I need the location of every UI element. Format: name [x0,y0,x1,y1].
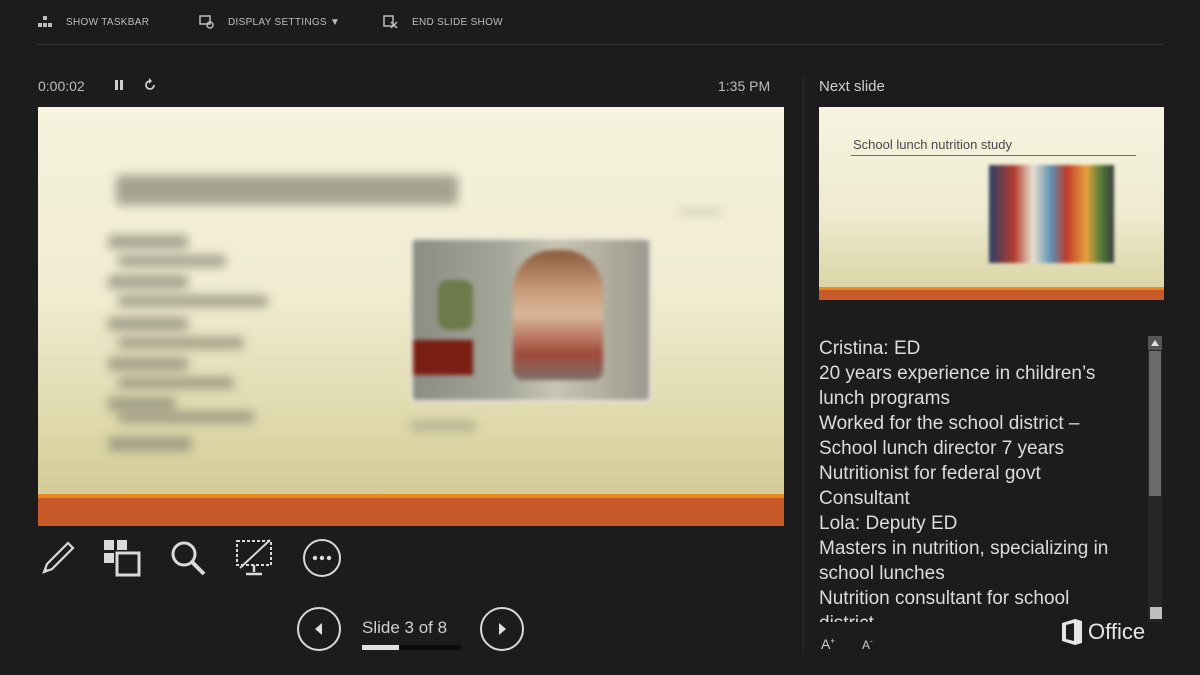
pause-timer-button[interactable] [110,76,128,94]
display-settings-label: DISPLAY SETTINGS ▼ [228,16,341,28]
decrease-font-label: A [862,638,871,652]
black-screen-button[interactable] [234,538,274,578]
slide-bullet [118,295,268,307]
notes-line: school lunches [819,563,945,584]
slide-counter[interactable]: Slide 3 of 8 [362,618,462,638]
slide-title-underline [678,209,722,215]
caret-up-icon [1151,340,1159,346]
slide-bullet [118,411,254,423]
notes-line: 20 years experience in children’s [819,363,1096,384]
slide-bullet [108,437,192,451]
slide-photo [410,237,652,403]
notes-line: Cristina: ED [819,338,921,359]
notes-line: Nutrition consultant for school [819,588,1070,609]
zoom-button[interactable] [168,538,208,578]
elapsed-timer: 0:00:02 [38,78,85,94]
office-label: Office [1088,619,1146,644]
end-slide-show-button[interactable]: END SLIDE SHOW [382,10,503,34]
grid-icon [104,540,141,577]
slide-bullet [108,275,188,289]
next-slide-title: School lunch nutrition study [853,137,1012,152]
office-logo: Office [1060,618,1145,646]
next-slide-preview[interactable]: School lunch nutrition study [819,107,1164,300]
notes-line: School lunch director 7 years [819,438,1065,459]
pen-tool-button[interactable] [38,538,78,578]
scroll-up-button[interactable] [1148,336,1162,350]
office-icon [1062,619,1082,645]
show-taskbar-label: SHOW TASKBAR [66,16,150,28]
top-toolbar: SHOW TASKBAR DISPLAY SETTINGS ▼ END SLID… [0,0,1200,44]
toolbar-divider [36,44,1164,45]
notes-line: Lola: Deputy ED [819,513,958,534]
magnifier-icon [171,541,206,576]
notes-line: Masters in nutrition, specializing in [819,538,1109,559]
previous-arrow-icon [315,623,322,635]
next-slide-title-rule [851,155,1136,156]
increase-font-label: A [821,636,831,652]
slide-progress-fill [362,645,400,650]
display-settings-icon [199,15,214,29]
pause-icon [115,80,123,90]
notes-line: Consultant [819,488,910,509]
slide-bullet [108,397,176,411]
restart-timer-button[interactable] [141,76,159,94]
scroll-thumb[interactable] [1149,351,1161,496]
next-slide-button[interactable] [480,607,524,651]
pane-separator [803,78,804,653]
notes-line: lunch programs [819,388,950,409]
slide-title-blurred [116,175,458,205]
slide-progress-bar [362,645,461,650]
clock: 1:35 PM [718,78,771,94]
see-all-slides-button[interactable] [102,538,142,578]
increase-font-button[interactable]: A+ [821,636,835,652]
photo-caption [410,421,476,431]
screen-off-icon [236,539,272,576]
slide-bullet [118,255,226,267]
restart-icon [145,78,155,90]
slide-bullet [108,357,188,371]
display-settings-button[interactable]: DISPLAY SETTINGS ▼ [198,10,340,34]
current-slide[interactable] [38,107,784,526]
more-options-button[interactable] [302,538,342,578]
taskbar-icon [38,16,52,27]
previous-slide-button[interactable] [297,607,341,651]
slide-bullet [118,337,244,349]
notes-scrollbar[interactable] [1148,336,1162,622]
speaker-notes[interactable]: Cristina: ED 20 years experience in child… [819,336,1141,622]
next-arrow-icon [499,623,506,635]
slide-footer-band [38,494,784,526]
end-slide-show-label: END SLIDE SHOW [412,16,503,28]
show-taskbar-button[interactable]: SHOW TASKBAR [36,10,149,34]
notes-expand-corner[interactable] [1150,607,1162,619]
slide-bullet [118,377,234,389]
next-slide-label: Next slide [819,78,885,95]
more-options-icon [303,539,341,577]
next-slide-photo [989,165,1114,263]
notes-line: Nutritionist for federal govt [819,463,1041,484]
decrease-font-button[interactable]: A- [862,636,873,652]
notes-line: Worked for the school district – [819,413,1080,434]
pen-icon [42,541,75,574]
slide-bullet [108,317,188,331]
end-show-icon [383,15,398,29]
slide-bullet [108,235,188,249]
next-slide-footer-band [819,287,1164,300]
